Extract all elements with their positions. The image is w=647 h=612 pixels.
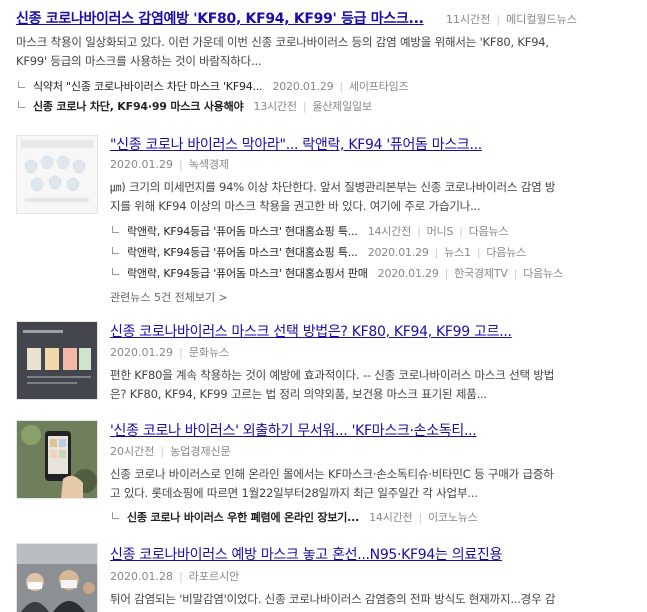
- news-source-3[interactable]: 문화뉴스: [189, 346, 229, 359]
- related-title[interactable]: 락앤락, KF94등급 '퓨어돔 마스크' 현대홈쇼핑 특...: [127, 225, 358, 238]
- news-thumbnail-2[interactable]: [16, 135, 98, 214]
- related-date: 2020.01.29: [377, 267, 439, 280]
- related-title[interactable]: 식약처 "신종 코로나바이러스 차단 마스크 'KF94...: [33, 80, 263, 93]
- news-source-2[interactable]: 녹색경제: [189, 158, 229, 171]
- related-source[interactable]: 세이프타임즈: [349, 80, 409, 93]
- related-title[interactable]: 신종 코로나 차단, KF94·99 마스크 사용해야: [33, 100, 244, 113]
- news-desc-4-line2: 고 있다. 롯데쇼핑에 따르면 1월22일부터28일까지 최근 일주일간 각 사…: [110, 486, 478, 500]
- related-date: 2020.01.29: [272, 80, 334, 93]
- phone-photo-icon: [17, 421, 97, 498]
- news-date-2: 2020.01.29: [110, 158, 173, 171]
- news-desc-1: 마스크 착용이 일상화되고 있다. 이런 가운데 이번 신종 코로나바이러스 등…: [16, 33, 636, 71]
- news-results: 신종 코로나바이러스 감염예방 'KF80, KF94, KF99' 등급 마스…: [0, 0, 647, 612]
- related-title[interactable]: 락앤락, KF94등급 '퓨어돔 마스크' 현대홈쇼핑 특...: [127, 246, 358, 259]
- related-bullet-icon: [112, 247, 119, 254]
- news-source-4[interactable]: 농업경제신문: [170, 445, 231, 458]
- news-meta-4: 20시간전 | 농업경제신문: [110, 445, 231, 458]
- news-meta-2: 2020.01.29 | 녹색경제: [110, 158, 230, 171]
- news-desc-1-line1: 마스크 착용이 일상화되고 있다. 이런 가운데 이번 신종 코로나바이러스 등…: [16, 35, 549, 49]
- related-bullet-icon: [112, 226, 119, 233]
- related-news-4-1: 신종 코로나 바이러스 우한 폐렴에 온라인 장보기... 14시간전 | 이코노뉴스: [112, 509, 478, 525]
- news-desc-2: ㎛) 크기의 미세먼지를 94% 이상 차단한다. 앞서 질병관리본부는 신종 …: [110, 178, 635, 216]
- related-source[interactable]: 울산제일일보: [312, 100, 372, 113]
- related-news-more-link[interactable]: 관련뉴스 5건 전체보기 >: [110, 289, 228, 305]
- news-desc-4: 신종 코로나 바이러스로 인해 온라인 몰에서는 KF마스크·손소독티슈·비타민…: [110, 465, 635, 503]
- related-source[interactable]: 뉴스1: [444, 246, 471, 259]
- news-time-1: 11시간전: [446, 13, 491, 26]
- related-news-1-1: 식약처 "신종 코로나바이러스 차단 마스크 'KF94... 2020.01.2…: [18, 78, 409, 94]
- news-desc-3-line1: 편한 KF80을 계속 착용하는 것이 예방에 효과적이다. -- 신종 코로나…: [110, 368, 555, 382]
- news-date-3: 2020.01.29: [110, 346, 173, 359]
- related-date: 14시간전: [367, 225, 412, 238]
- news-title-5[interactable]: 신종 코로나바이러스 예방 마스크 놓고 혼선...N95·KF94는 의료진용: [110, 544, 550, 564]
- infographic-image-icon: [17, 322, 97, 399]
- news-desc-3-line2: 은? KF80, KF94, KF99 고르는 법 정리 의약외품, 보건용 마…: [110, 387, 487, 401]
- related-source[interactable]: 머니S: [427, 225, 454, 238]
- related-date: 14시간전: [369, 511, 413, 524]
- news-thumbnail-5[interactable]: [16, 543, 98, 612]
- related-news-2-1: 락앤락, KF94등급 '퓨어돔 마스크' 현대홈쇼핑 특... 14시간전 | 머니…: [112, 223, 509, 239]
- news-desc-2-line1: ㎛) 크기의 미세먼지를 94% 이상 차단한다. 앞서 질병관리본부는 신종 …: [110, 180, 556, 194]
- related-news-2-3: 락앤락, KF94등급 '퓨어돔 마스크' 현대홈쇼핑서 판매 2020.01.2…: [112, 265, 563, 281]
- news-desc-2-line2: 지를 위해 KF94 이상의 마스크 착용을 권고한 바 있다. 여기에 주로 …: [110, 199, 481, 213]
- news-title-3[interactable]: 신종 코로나바이러스 마스크 선택 방법은? KF80, KF94, KF99 …: [110, 321, 550, 341]
- related-date: 2020.01.29: [367, 246, 429, 259]
- related-news-1-2: 신종 코로나 차단, KF94·99 마스크 사용해야 13시간전 | 울산제일일보: [18, 98, 372, 114]
- news-title-1[interactable]: 신종 코로나바이러스 감염예방 'KF80, KF94, KF99' 등급 마스…: [16, 8, 436, 28]
- related-date: 13시간전: [253, 100, 297, 113]
- related-portal[interactable]: 다음뉴스: [486, 246, 526, 259]
- related-bullet-icon: [18, 81, 25, 88]
- related-source[interactable]: 이코노뉴스: [428, 511, 478, 524]
- news-date-5: 2020.01.28: [110, 570, 173, 583]
- related-portal[interactable]: 다음뉴스: [523, 267, 563, 280]
- news-thumbnail-3[interactable]: [16, 321, 98, 400]
- related-bullet-icon: [112, 268, 119, 275]
- related-bullet-icon: [18, 101, 25, 108]
- news-thumbnail-4[interactable]: [16, 420, 98, 499]
- news-desc-3: 편한 KF80을 계속 착용하는 것이 예방에 효과적이다. -- 신종 코로나…: [110, 366, 635, 404]
- related-title[interactable]: 신종 코로나 바이러스 우한 폐렴에 온라인 장보기...: [127, 511, 359, 524]
- crowd-photo-icon: [17, 544, 97, 612]
- news-desc-1-line2: KF99' 등급의 마스크를 사용하는 것이 바람직하다...: [16, 54, 262, 68]
- related-title[interactable]: 락앤락, KF94등급 '퓨어돔 마스크' 현대홈쇼핑서 판매: [127, 267, 368, 280]
- news-title-2[interactable]: "신종 코로나 바이러스 막아라"... 락앤락, KF94 '퓨어돔 마스크.…: [110, 134, 530, 154]
- news-meta-5: 2020.01.28 | 라포르시안: [110, 570, 240, 583]
- news-time-4: 20시간전: [110, 445, 155, 458]
- news-source-1[interactable]: 메디컬월드뉴스: [506, 13, 577, 26]
- news-desc-4-line1: 신종 코로나 바이러스로 인해 온라인 몰에서는 KF마스크·손소독티슈·비타민…: [110, 467, 554, 481]
- news-meta-1: 11시간전 | 메디컬월드뉴스: [446, 13, 577, 26]
- news-source-5[interactable]: 라포르시안: [189, 570, 240, 583]
- news-desc-5: 튀어 감염되는 '비말감염'이었다. 신종 코로나바이러스 감염증의 전파 방식…: [110, 590, 635, 609]
- news-title-4[interactable]: '신종 코로나 바이러스' 외출하기 무서워... 'KF마스크·손소독티...: [110, 420, 530, 440]
- news-desc-5-line1: 튀어 감염되는 '비말감염'이었다. 신종 코로나바이러스 감염증의 전파 방식…: [110, 592, 556, 606]
- related-source[interactable]: 한국경제TV: [454, 267, 508, 280]
- related-portal[interactable]: 다음뉴스: [469, 225, 509, 238]
- news-meta-3: 2020.01.29 | 문화뉴스: [110, 346, 230, 359]
- related-news-2-2: 락앤락, KF94등급 '퓨어돔 마스크' 현대홈쇼핑 특... 2020.01.…: [112, 244, 526, 260]
- related-bullet-icon: [112, 512, 119, 519]
- mask-image-icon: [21, 140, 93, 202]
